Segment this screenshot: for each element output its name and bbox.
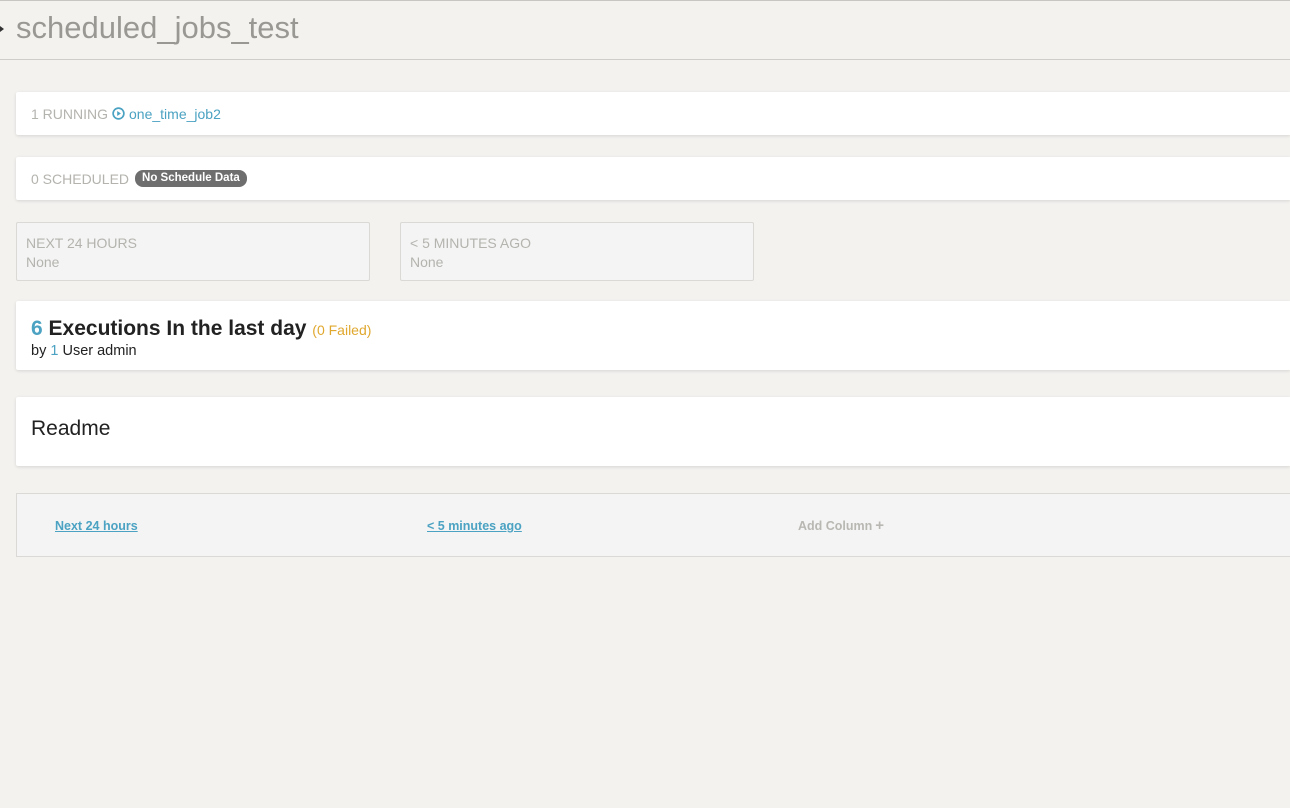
- running-card: 1 RUNNING one_time_job2: [16, 92, 1290, 135]
- failed-count-link[interactable]: (0 Failed): [312, 322, 371, 338]
- user-suffix: User admin: [62, 343, 137, 359]
- next-24-hours-box: NEXT 24 HOURS None: [16, 222, 370, 281]
- caret-right-icon[interactable]: [0, 26, 4, 32]
- column-recent-minutes-link[interactable]: < 5 minutes ago: [427, 519, 522, 533]
- stat-value: None: [410, 254, 444, 270]
- user-count-link[interactable]: 1: [50, 343, 58, 359]
- play-circle-icon: [112, 107, 125, 120]
- running-count: 1 RUNNING: [31, 105, 109, 122]
- executions-card: 6 Executions In the last day (0 Failed) …: [16, 301, 1290, 370]
- stat-label: < 5 MINUTES AGO: [410, 235, 531, 251]
- no-schedule-badge: No Schedule Data: [135, 170, 247, 187]
- columns-bar: Next 24 hours < 5 minutes ago Add Column…: [16, 493, 1290, 557]
- add-column-label: Add Column: [798, 519, 873, 533]
- executions-heading: 6 Executions In the last day (0 Failed): [31, 317, 371, 341]
- executions-heading-text: Executions In the last day: [48, 317, 307, 340]
- page-title: scheduled_jobs_test: [16, 10, 299, 45]
- executions-count-link[interactable]: 6: [31, 317, 43, 340]
- column-next-24-hours-link[interactable]: Next 24 hours: [55, 519, 138, 533]
- plus-icon: +: [875, 517, 885, 534]
- executions-by-line: by 1 User admin: [31, 343, 137, 359]
- running-job-name: one_time_job2: [129, 105, 221, 122]
- recent-minutes-box: < 5 MINUTES AGO None: [400, 222, 754, 281]
- stat-label: NEXT 24 HOURS: [26, 235, 137, 251]
- scheduled-card: 0 SCHEDULED No Schedule Data: [16, 157, 1290, 200]
- add-column-button[interactable]: Add Column +: [798, 517, 885, 534]
- readme-card: Readme: [16, 397, 1290, 466]
- page-header: scheduled_jobs_test: [0, 1, 1290, 60]
- readme-title: Readme: [31, 417, 111, 440]
- by-prefix: by: [31, 343, 47, 359]
- stat-value: None: [26, 254, 60, 270]
- scheduled-count: 0 SCHEDULED: [31, 170, 130, 187]
- running-job-link[interactable]: one_time_job2: [112, 106, 221, 122]
